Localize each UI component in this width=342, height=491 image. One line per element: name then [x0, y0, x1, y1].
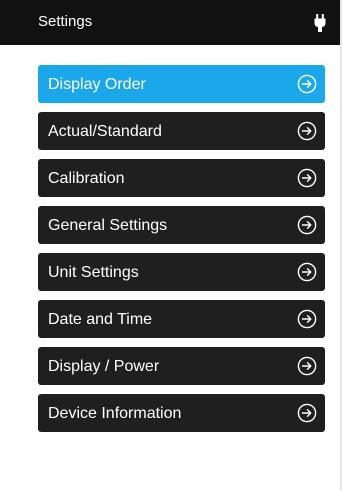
menu-item-actual-standard[interactable]: Actual/Standard	[38, 112, 325, 150]
page-title: Settings	[38, 13, 93, 30]
arrow-right-circle-icon	[297, 262, 317, 282]
menu-item-label: Date and Time	[48, 311, 153, 328]
header-bar: Settings	[0, 0, 342, 45]
arrow-right-circle-icon	[297, 74, 317, 94]
arrow-right-circle-icon	[297, 121, 317, 141]
menu-item-display-order[interactable]: Display Order	[38, 65, 325, 103]
arrow-right-circle-icon	[297, 309, 317, 329]
plug-icon	[314, 14, 326, 32]
menu-item-label: Device Information	[48, 405, 182, 422]
menu-item-label: Actual/Standard	[48, 123, 162, 140]
menu-item-label: Calibration	[48, 170, 125, 187]
menu-item-display-power[interactable]: Display / Power	[38, 347, 325, 385]
arrow-right-circle-icon	[297, 356, 317, 376]
menu-item-date-and-time[interactable]: Date and Time	[38, 300, 325, 338]
menu-item-unit-settings[interactable]: Unit Settings	[38, 253, 325, 291]
settings-menu: Display Order Actual/Standard Calibratio…	[38, 65, 325, 441]
menu-item-label: Display Order	[48, 76, 146, 93]
arrow-right-circle-icon	[297, 168, 317, 188]
menu-item-label: General Settings	[48, 217, 168, 234]
menu-item-label: Display / Power	[48, 358, 160, 375]
menu-item-calibration[interactable]: Calibration	[38, 159, 325, 197]
menu-item-general-settings[interactable]: General Settings	[38, 206, 325, 244]
arrow-right-circle-icon	[297, 215, 317, 235]
arrow-right-circle-icon	[297, 403, 317, 423]
menu-item-device-information[interactable]: Device Information	[38, 394, 325, 432]
menu-item-label: Unit Settings	[48, 264, 139, 281]
